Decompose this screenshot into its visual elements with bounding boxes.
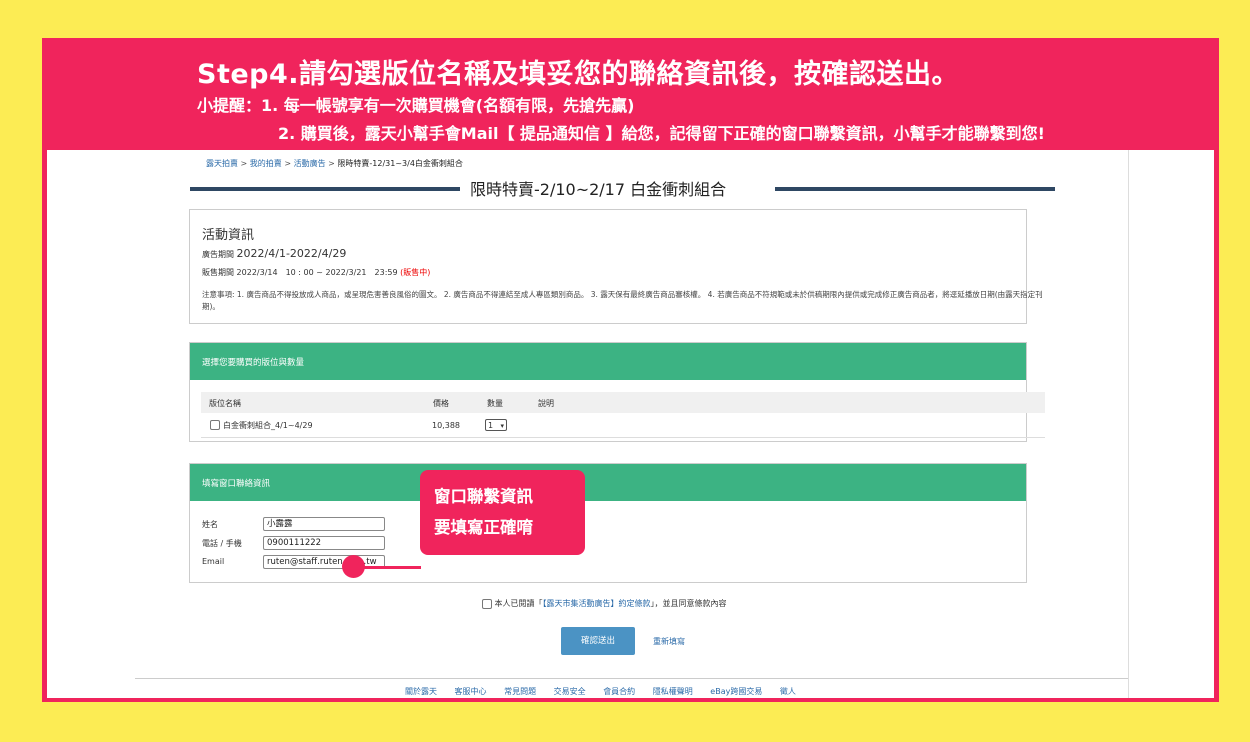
- callout-pointer-dot: [342, 555, 365, 578]
- activity-info-card: 活動資訊 廣告期間 2022/4/1-2022/4/29 販售期間 2022/3…: [189, 209, 1043, 324]
- contact-header: 填寫窗口聯絡資訊: [190, 464, 1026, 501]
- banner-tip-2: 2. 購買後，露天小幫手會Mail【 提品通知信 】給您，記得留下正確的窗口聯繫…: [278, 124, 1045, 143]
- footer-divider: [135, 678, 1128, 679]
- page-title-bar: 限時特賣-2/10~2/17 白金衝刺組合: [190, 176, 1055, 200]
- screenshot-page: 露天拍賣 > 我的拍賣 > 活動廣告 > 限時特賣-12/31~3/4白金衝刺組…: [47, 150, 1214, 698]
- breadcrumb: 露天拍賣 > 我的拍賣 > 活動廣告 > 限時特賣-12/31~3/4白金衝刺組…: [206, 158, 463, 169]
- column-header-name: 版位名稱: [209, 399, 241, 408]
- slot-table-header: 版位名稱 價格 數量 說明: [201, 392, 1045, 413]
- footer-link-faq[interactable]: 常見問題: [504, 687, 536, 696]
- page-right-border: [1128, 150, 1129, 698]
- breadcrumb-item-current: 限時特賣-12/31~3/4白金衝刺組合: [337, 159, 463, 168]
- quantity-value: 1: [488, 421, 494, 430]
- banner-tip-1: 小提醒：1. 每一帳號享有一次購買機會(名額有限，先搶先贏): [197, 96, 635, 115]
- column-header-note: 說明: [538, 399, 554, 408]
- select-slot-header: 選擇您要購買的版位與數量: [190, 343, 1026, 380]
- footer-links: 關於露天 客服中心 常見問題 交易安全 會員合約 隱私權聲明 eBay跨國交易 …: [405, 686, 811, 697]
- ad-period-label: 廣告期間: [202, 250, 234, 259]
- slot-checkbox[interactable]: [210, 420, 220, 430]
- terms-link[interactable]: 【露天市集活動廣告】約定條款: [543, 599, 651, 608]
- footer-link-jobs[interactable]: 徵人: [780, 687, 796, 696]
- breadcrumb-separator: >: [284, 159, 292, 168]
- footer-link-terms[interactable]: 會員合約: [603, 687, 635, 696]
- breadcrumb-item-my-auction[interactable]: 我的拍賣: [250, 159, 282, 168]
- ad-period-row: 廣告期間 2022/4/1-2022/4/29: [202, 247, 346, 260]
- title-rule-right: [775, 187, 1055, 191]
- chevron-down-icon: ▾: [500, 422, 504, 430]
- contact-callout: 窗口聯繫資訊 要填寫正確唷: [420, 470, 585, 555]
- title-rule-left: [190, 187, 460, 191]
- column-header-quantity: 數量: [487, 399, 503, 408]
- breadcrumb-item-ads[interactable]: 活動廣告: [294, 159, 326, 168]
- sale-period-value: 2022/3/14 10 : 00 ~ 2022/3/21 23:59: [236, 268, 398, 277]
- footer-link-service[interactable]: 客服中心: [455, 687, 487, 696]
- name-label: 姓名: [202, 520, 218, 529]
- banner-title: Step4.請勾選版位名稱及填妥您的聯絡資訊後，按確認送出。: [197, 59, 960, 90]
- slot-price: 10,388: [432, 421, 460, 430]
- email-label: Email: [202, 557, 225, 566]
- activity-heading: 活動資訊: [202, 228, 255, 243]
- banner-frame: Step4.請勾選版位名稱及填妥您的聯絡資訊後，按確認送出。 小提醒：1. 每一…: [42, 38, 1219, 702]
- footer-link-security[interactable]: 交易安全: [554, 687, 586, 696]
- agreement-suffix: 」，並且同意條款內容: [650, 599, 727, 608]
- select-slot-card: 選擇您要購買的版位與數量 版位名稱 價格 數量 說明 白金衝刺組合_4/1~4/…: [189, 342, 1045, 442]
- slot-name: 白金衝刺組合_4/1~4/29: [223, 421, 313, 430]
- phone-field[interactable]: 0900111222: [263, 536, 385, 550]
- phone-label: 電話 / 手機: [202, 539, 242, 548]
- breadcrumb-item-home[interactable]: 露天拍賣: [206, 159, 238, 168]
- reset-link[interactable]: 重新填寫: [653, 636, 685, 647]
- sale-status-badge: (販售中): [400, 268, 431, 277]
- table-row: 白金衝刺組合_4/1~4/29 10,388 1 ▾: [201, 415, 1045, 438]
- sale-period-row: 販售期間 2022/3/14 10 : 00 ~ 2022/3/21 23:59…: [202, 267, 430, 278]
- callout-line-1: 窗口聯繫資訊: [434, 487, 533, 506]
- quantity-select[interactable]: 1 ▾: [485, 419, 507, 431]
- contact-info-card: 填寫窗口聯絡資訊 姓名 小露露 電話 / 手機 0900111222 Email…: [189, 463, 1027, 583]
- submit-button[interactable]: 確認送出: [561, 627, 635, 655]
- breadcrumb-separator: >: [240, 159, 248, 168]
- ad-period-value: 2022/4/1-2022/4/29: [236, 247, 347, 260]
- agreement-prefix: 本人已閱讀「: [494, 599, 543, 608]
- footer-link-ebay[interactable]: eBay跨國交易: [710, 687, 762, 696]
- column-header-price: 價格: [433, 399, 449, 408]
- sale-period-label: 販售期間: [202, 268, 234, 277]
- footer-link-about[interactable]: 關於露天: [405, 687, 437, 696]
- page-title: 限時特賣-2/10~2/17 白金衝刺組合: [470, 180, 727, 199]
- activity-notes: 注意事項: 1. 廣告商品不得投放成人商品，或呈現危害善良風俗的圖文。 2. 廣…: [202, 290, 1043, 311]
- name-field[interactable]: 小露露: [263, 517, 385, 531]
- agreement-checkbox[interactable]: [482, 598, 492, 609]
- callout-line-2: 要填寫正確唷: [434, 518, 533, 537]
- callout-pointer-line: [357, 566, 421, 569]
- contact-header-text: 填寫窗口聯絡資訊: [202, 479, 271, 489]
- footer-link-privacy[interactable]: 隱私權聲明: [653, 687, 693, 696]
- agreement-row: 本人已閱讀「【露天市集活動廣告】約定條款」，並且同意條款內容: [482, 598, 727, 609]
- breadcrumb-separator: >: [328, 159, 335, 168]
- select-slot-header-text: 選擇您要購買的版位與數量: [202, 358, 305, 368]
